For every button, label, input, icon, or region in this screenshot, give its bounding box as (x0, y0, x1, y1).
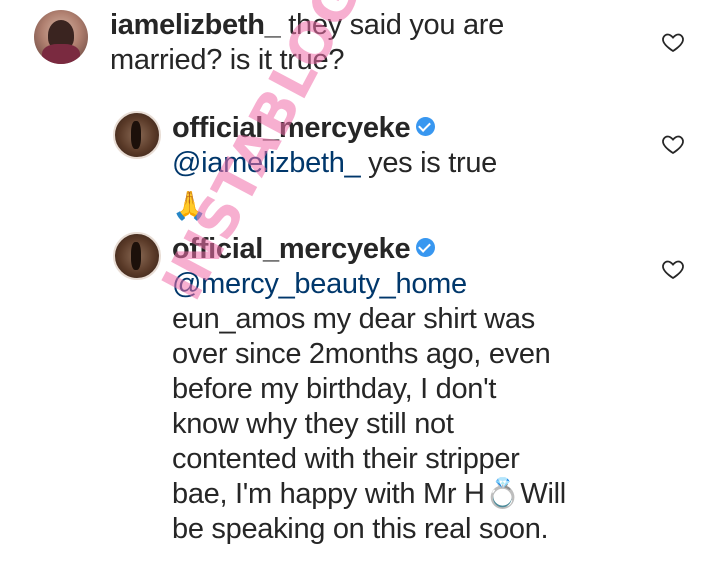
comment-text-line: eun_amos my dear shirt was (172, 303, 535, 335)
comment-text: married? is it true? (110, 44, 345, 76)
comment-text-line: contented with their stripper (172, 443, 520, 475)
pray-emoji: 🙏 (172, 190, 207, 221)
comment-mention[interactable]: @iamelizbeth_ (172, 147, 361, 179)
comment-username[interactable]: official_mercyeke (172, 112, 411, 144)
verified-badge-icon (416, 237, 436, 257)
comment-text-line: before my birthday, I don't (172, 373, 497, 405)
comment-text-line: bae, I'm happy with Mr H💍Will (172, 478, 566, 510)
comment-body: official_mercyeke @mercy_beauty_home eun… (172, 232, 652, 547)
comment-text: yes is true (368, 147, 497, 179)
verified-badge-icon (416, 116, 436, 136)
heart-icon[interactable] (661, 257, 685, 281)
heart-icon[interactable] (661, 30, 685, 54)
comment-body: iamelizbeth_ they said you are married? … (110, 8, 630, 78)
avatar[interactable] (113, 111, 161, 159)
comment-body: official_mercyeke @iamelizbeth_ yes is t… (172, 111, 642, 181)
avatar[interactable] (113, 232, 161, 280)
comment-text-line: over since 2months ago, even (172, 338, 551, 370)
comment-mention[interactable]: @mercy_beauty_home (172, 268, 467, 300)
heart-icon[interactable] (661, 132, 685, 156)
comment-username[interactable]: official_mercyeke (172, 233, 411, 265)
comment-text: they said you are (288, 9, 504, 41)
comment-username[interactable]: iamelizbeth_ (110, 9, 281, 41)
comment-text-line: know why they still not (172, 408, 454, 440)
avatar[interactable] (34, 10, 88, 64)
comment-text-line: be speaking on this real soon. (172, 513, 549, 545)
